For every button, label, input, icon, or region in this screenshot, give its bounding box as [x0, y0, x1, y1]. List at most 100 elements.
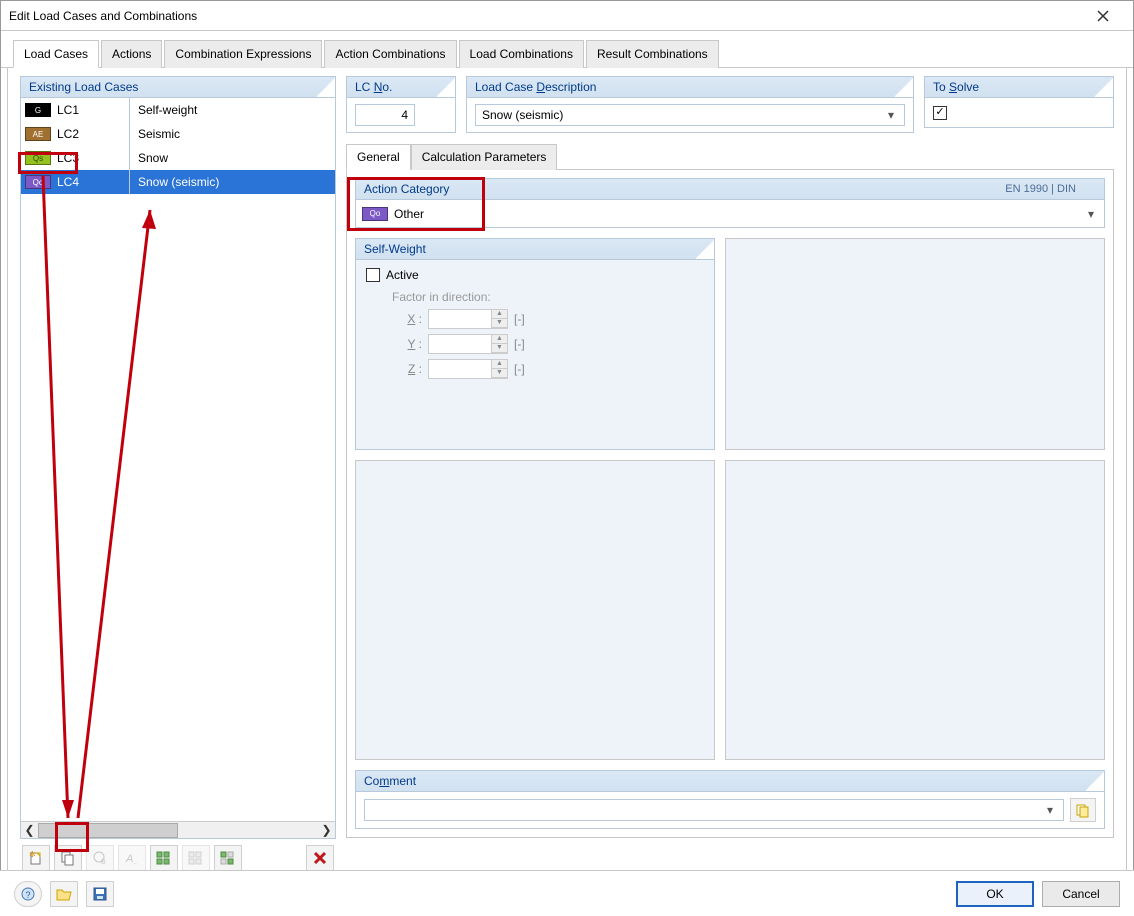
scroll-left-icon[interactable]: ❮	[21, 822, 38, 839]
scroll-thumb[interactable]	[38, 823, 178, 838]
toggle-selection-button[interactable]	[214, 845, 242, 871]
chevron-down-icon: ▾	[1043, 803, 1057, 817]
factor-row: Y : ▲▼ [-]	[392, 334, 704, 354]
save-button[interactable]	[86, 881, 114, 907]
general-tab-container: GeneralCalculation Parameters Action Cat…	[346, 141, 1114, 838]
factor-spinner[interactable]: ▲▼	[428, 309, 508, 329]
lc-description-dropdown[interactable]: Snow (seismic) ▾	[475, 104, 905, 126]
horizontal-scrollbar[interactable]: ❮ ❯	[21, 821, 335, 838]
category-badge: Qs	[25, 151, 51, 165]
copy-load-case-button[interactable]	[54, 845, 82, 871]
svg-text:✼: ✼	[29, 850, 36, 859]
gear-b-icon: B	[92, 850, 108, 866]
tab-load-combinations[interactable]: Load Combinations	[459, 40, 584, 68]
sub-tabs: GeneralCalculation Parameters	[346, 143, 1114, 169]
comment-header: Comment	[355, 770, 1105, 792]
check-grid-icon	[156, 850, 172, 866]
existing-load-cases-header: Existing Load Cases	[20, 76, 336, 98]
load-case-row[interactable]: QoLC4Snow (seismic)	[21, 170, 335, 194]
chevron-down-icon: ▾	[1084, 207, 1098, 221]
active-label: Active	[386, 268, 419, 282]
lc-description-value: Snow (seismic)	[482, 108, 563, 122]
to-solve-checkbox[interactable]: ✓	[933, 106, 947, 120]
action-category-dropdown[interactable]: Qo Other ▾	[355, 200, 1105, 228]
close-icon	[1097, 10, 1109, 22]
comment-dropdown[interactable]: ▾	[364, 799, 1064, 821]
load-case-row[interactable]: GLC1Self-weight	[21, 98, 335, 122]
scroll-right-icon[interactable]: ❯	[318, 822, 335, 839]
lc-no-header: LC No.	[346, 76, 456, 98]
left-column: Existing Load Cases GLC1Self-weight AE LC2…	[20, 76, 336, 877]
lc-description-header: Load Case Description	[466, 76, 914, 98]
new-load-case-button[interactable]: ✼	[22, 845, 50, 871]
category-badge: G	[25, 103, 51, 117]
lc-no-panel: LC No.	[346, 76, 456, 133]
action-category-value: Other	[394, 207, 424, 221]
tab-action-combinations[interactable]: Action Combinations	[324, 40, 456, 68]
action-category-header: Action Category EN 1990 | DIN	[355, 178, 1105, 200]
main-tabs: Load CasesActionsCombination Expressions…	[1, 31, 1133, 68]
axis-label: X :	[392, 312, 422, 326]
ok-button[interactable]: OK	[956, 881, 1034, 907]
unit-label: [-]	[514, 362, 525, 376]
load-case-description: Snow (seismic)	[130, 175, 335, 189]
tab-actions[interactable]: Actions	[101, 40, 162, 68]
axis-label: Y :	[392, 337, 422, 351]
help-button[interactable]: ?	[14, 881, 42, 907]
close-button[interactable]	[1081, 2, 1125, 30]
load-case-list[interactable]: GLC1Self-weight AE LC2Seismic Qs LC3Snow QoLC…	[20, 98, 336, 839]
empty-panel-1	[725, 238, 1105, 450]
factor-spinner[interactable]: ▲▼	[428, 359, 508, 379]
lc-description-panel: Load Case Description Snow (seismic) ▾	[466, 76, 914, 133]
copy-icon	[60, 850, 76, 866]
save-icon	[92, 886, 108, 902]
self-weight-panel: Self-Weight Active Factor in direction: …	[355, 238, 715, 450]
empty-panels-row	[355, 460, 1105, 760]
loads-button: B	[86, 845, 114, 871]
unit-label: [-]	[514, 337, 525, 351]
right-column: LC No. Load Case Description Snow (seism…	[346, 76, 1114, 877]
window-title: Edit Load Cases and Combinations	[9, 9, 1081, 23]
open-button[interactable]	[50, 881, 78, 907]
load-case-id: LC3	[57, 151, 129, 165]
unit-label: [-]	[514, 312, 525, 326]
load-case-row[interactable]: Qs LC3Snow	[21, 146, 335, 170]
deselect-all-button	[182, 845, 210, 871]
load-case-id: LC4	[57, 175, 129, 189]
svg-text:B: B	[101, 859, 106, 866]
action-category-standard: EN 1990 | DIN	[1005, 183, 1096, 195]
tab-load-cases[interactable]: Load Cases	[13, 40, 99, 68]
dialog-footer: ? OK Cancel	[0, 870, 1134, 916]
action-category-badge: Qo	[362, 207, 388, 221]
load-case-description: Seismic	[130, 127, 335, 141]
category-badge: AE	[25, 127, 51, 141]
factor-row: X : ▲▼ [-]	[392, 309, 704, 329]
load-case-description: Snow	[130, 151, 335, 165]
library-icon	[1075, 802, 1091, 818]
folder-open-icon	[56, 886, 72, 902]
chevron-down-icon: ▾	[884, 108, 898, 122]
factor-label: Factor in direction:	[392, 290, 704, 304]
comment-library-button[interactable]	[1070, 798, 1096, 822]
main-content: Existing Load Cases GLC1Self-weight AE LC2…	[7, 68, 1127, 878]
subtab-calculation-parameters[interactable]: Calculation Parameters	[411, 144, 558, 170]
delete-button[interactable]	[306, 845, 334, 871]
empty-panel-3	[725, 460, 1105, 760]
tab-result-combinations[interactable]: Result Combinations	[586, 40, 719, 68]
tab-combination-expressions[interactable]: Combination Expressions	[164, 40, 322, 68]
uncheck-grid-icon	[188, 850, 204, 866]
load-case-id: LC2	[57, 127, 129, 141]
text-a-button: A..	[118, 845, 146, 871]
lc-no-input[interactable]	[355, 104, 415, 126]
active-checkbox[interactable]	[366, 268, 380, 282]
help-icon: ?	[20, 886, 36, 902]
select-all-button[interactable]	[150, 845, 178, 871]
top-fields-row: LC No. Load Case Description Snow (seism…	[346, 76, 1114, 133]
load-case-row[interactable]: AE LC2Seismic	[21, 122, 335, 146]
empty-panel-2	[355, 460, 715, 760]
load-case-description: Self-weight	[130, 103, 335, 117]
subtab-general[interactable]: General	[346, 144, 411, 170]
factor-spinner[interactable]: ▲▼	[428, 334, 508, 354]
cancel-button[interactable]: Cancel	[1042, 881, 1120, 907]
action-category-panel: Action Category EN 1990 | DIN Qo Other ▾	[355, 178, 1105, 228]
